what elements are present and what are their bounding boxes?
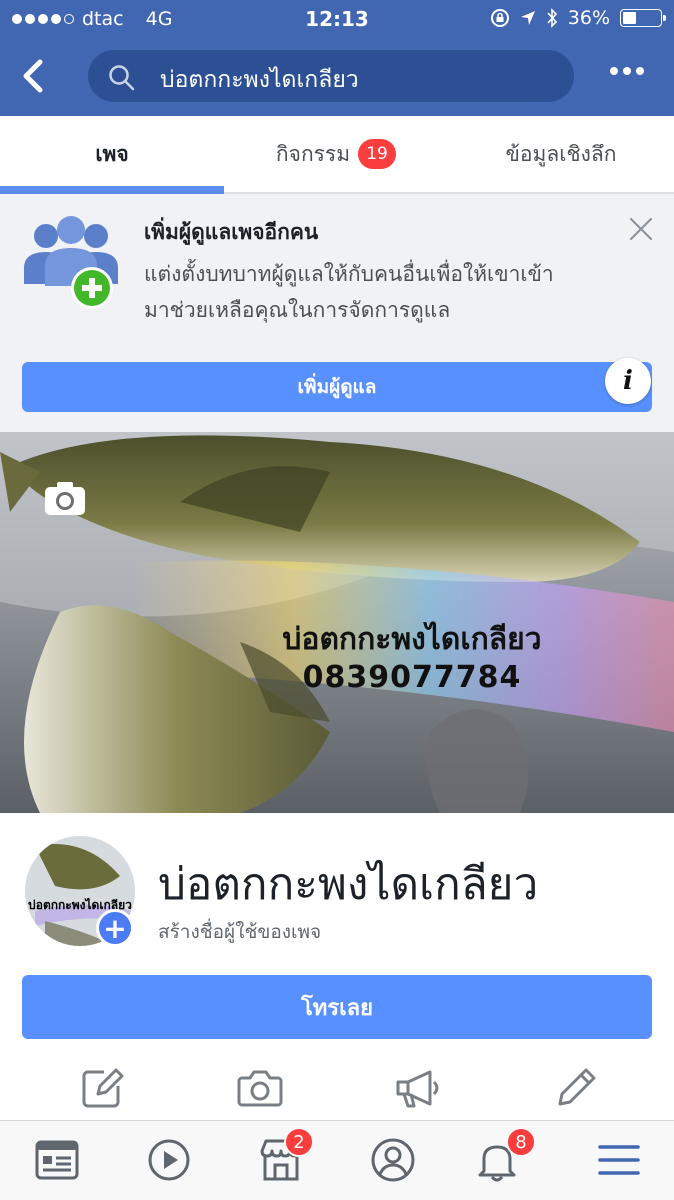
- more-button[interactable]: [610, 66, 644, 76]
- search-query: บ่อตกกะพงไดเกลียว: [160, 67, 359, 93]
- camera-icon[interactable]: [44, 480, 86, 516]
- back-icon: [23, 59, 43, 93]
- watch-icon[interactable]: [146, 1137, 192, 1183]
- more-icon: [610, 67, 618, 75]
- battery-icon: [620, 9, 666, 27]
- add-admin-card: เพิ่มผู้ดูแลเพจอีกคน แต่งตั้งบทบาทผู้ดูแ…: [0, 194, 674, 432]
- tab-activity[interactable]: กิจกรรม 19: [224, 116, 448, 192]
- battery-percent: 36%: [567, 7, 610, 29]
- profile-icon[interactable]: [370, 1137, 416, 1183]
- add-admin-icon: [24, 216, 118, 309]
- notifications-badge: 8: [506, 1127, 536, 1157]
- back-button[interactable]: [14, 54, 54, 98]
- add-profile-photo-button[interactable]: +: [96, 909, 134, 947]
- page-tabs: เพจ กิจกรรม 19 ข้อมูลเชิงลึก: [0, 116, 674, 194]
- page-actions: [0, 1058, 674, 1120]
- status-bar: dtac 4G 12:13 36%: [0, 0, 674, 38]
- news-feed-icon[interactable]: [34, 1137, 80, 1183]
- admin-card-title: เพิ่มผู้ดูแลเพจอีกคน: [144, 220, 319, 244]
- top-header: dtac 4G 12:13 36% บ่อตกกะพงไดเกลียว: [0, 0, 674, 116]
- tab-label: กิจกรรม: [275, 141, 351, 166]
- call-now-button[interactable]: โทรเลย: [22, 975, 652, 1039]
- camera-icon[interactable]: [236, 1064, 284, 1112]
- active-tab-indicator: [0, 186, 224, 194]
- nav-bar: บ่อตกกะพงไดเกลียว: [0, 38, 674, 116]
- tab-page[interactable]: เพจ: [0, 116, 224, 192]
- admin-card-description: แต่งตั้งบทบาทผู้ดูแลให้กับคนอื่นเพื่อให้…: [144, 256, 634, 328]
- edit-post-icon[interactable]: [78, 1064, 126, 1112]
- cover-phone-number: 0839077784: [302, 660, 522, 695]
- tab-label: เพจ: [95, 141, 129, 166]
- info-icon: i: [623, 366, 633, 396]
- plus-icon: +: [103, 911, 127, 945]
- tab-insights[interactable]: ข้อมูลเชิงลึก: [448, 116, 674, 192]
- close-icon[interactable]: [628, 216, 654, 242]
- create-username-link[interactable]: สร้างชื่อผู้ใช้ของเพจ: [158, 917, 321, 947]
- megaphone-icon[interactable]: [394, 1064, 442, 1112]
- rotation-lock-icon: [490, 9, 509, 27]
- add-admin-button[interactable]: เพิ่มผู้ดูแล: [22, 362, 652, 412]
- admin-desc-line-1: แต่งตั้งบทบาทผู้ดูแลให้กับคนอื่นเพื่อให้…: [144, 262, 554, 286]
- cover-page-name: บ่อตกกะพงไดเกลียว: [282, 622, 542, 657]
- info-button[interactable]: i: [605, 358, 651, 404]
- notifications-tab[interactable]: 8: [474, 1127, 536, 1183]
- marketplace-badge: 2: [284, 1127, 314, 1157]
- search-bar[interactable]: บ่อตกกะพงไดเกลียว: [88, 50, 574, 102]
- status-right: 36%: [490, 7, 666, 29]
- menu-icon[interactable]: [596, 1137, 642, 1183]
- cover-photo[interactable]: บ่อตกกะพงไดเกลียว 0839077784: [0, 432, 674, 813]
- page-title: บ่อตกกะพงไดเกลียว: [158, 859, 539, 910]
- tab-label: ข้อมูลเชิงลึก: [505, 141, 617, 166]
- admin-desc-line-2: มาช่วยเหลือคุณในการจัดการดูแล: [144, 298, 451, 322]
- pencil-icon[interactable]: [552, 1064, 600, 1112]
- bottom-tab-bar: 2 8: [0, 1120, 674, 1200]
- bluetooth-icon: [547, 8, 557, 28]
- location-icon: [520, 11, 535, 25]
- profile-section: บ่อตกกะพงไดเกลียว + บ่อตกกะพงไดเกลียว สร…: [0, 813, 674, 963]
- marketplace-tab[interactable]: 2: [258, 1127, 314, 1183]
- activity-badge: 19: [358, 139, 397, 169]
- search-icon: [109, 65, 135, 91]
